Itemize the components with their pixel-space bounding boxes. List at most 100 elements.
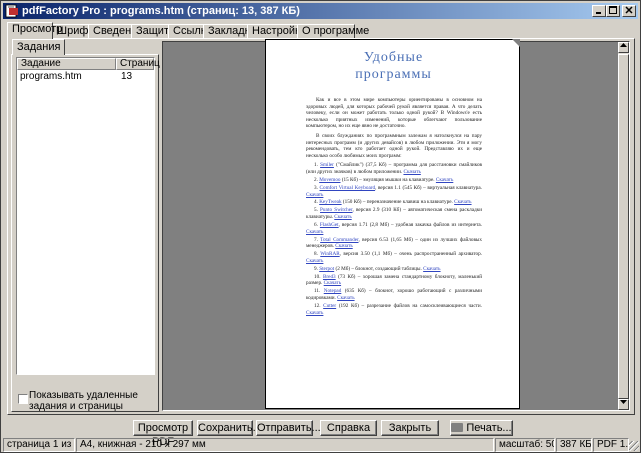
tab-preview[interactable]: Просмотр xyxy=(7,22,62,40)
scroll-up-button[interactable] xyxy=(618,42,629,53)
send-button[interactable]: Отправить... xyxy=(256,420,321,436)
item-text: (15 Кб) – эмуляция мышки на клавиатуре. xyxy=(340,176,436,183)
minimize-button[interactable] xyxy=(592,5,606,17)
download-link[interactable]: Скачать xyxy=(454,199,471,205)
program-link[interactable]: Sterpot xyxy=(319,266,334,272)
program-link[interactable]: Notepad xyxy=(324,288,342,294)
window-title: pdfFactory Pro : programs.htm (страниц: … xyxy=(22,5,300,17)
title-bar: pdfFactory Pro : programs.htm (страниц: … xyxy=(3,3,638,19)
list-item: 12. Cutter (192 Кб) – разрезание файлов … xyxy=(306,303,482,316)
maximize-icon xyxy=(609,6,617,14)
program-link[interactable]: Smiler xyxy=(320,162,334,168)
item-number: 11. xyxy=(314,288,321,295)
list-item: 4. KeyTweak (150 Кб) – переназначение кл… xyxy=(306,199,482,206)
download-link[interactable]: Скачать xyxy=(337,295,354,301)
status-page: страница 1 из 13 xyxy=(3,438,75,452)
document-body: Как и все в этом мире компьютеры ориенти… xyxy=(306,97,482,318)
program-link[interactable]: Cutter xyxy=(323,303,336,309)
list-item: 8. WinRAR, версия 3.50 (1,1 Мб) – очень … xyxy=(306,251,482,264)
download-link[interactable]: Скачать xyxy=(423,266,440,272)
tab-security[interactable]: Защита xyxy=(131,24,175,39)
tab-about[interactable]: О программе xyxy=(297,24,369,39)
status-scale: масштаб: 50% xyxy=(495,438,555,452)
status-size: 387 КБ xyxy=(556,438,592,452)
show-deleted-label: Показывать удаленные задания и страницы xyxy=(29,390,138,412)
download-link[interactable]: Скачать xyxy=(403,169,420,175)
page-fold xyxy=(512,39,520,47)
download-link[interactable]: Скачать xyxy=(306,310,323,316)
document-paragraph: Как и все в этом мире компьютеры ориенти… xyxy=(306,97,482,130)
pdffactory-icon xyxy=(5,4,18,18)
close-window-button[interactable] xyxy=(622,5,636,17)
show-deleted-checkbox[interactable] xyxy=(18,394,28,404)
item-text: (2 Мб) – блокнот, создающий таблицы. xyxy=(334,265,424,272)
column-header-job[interactable]: Задание xyxy=(17,58,116,70)
scroll-thumb[interactable] xyxy=(618,54,629,399)
document-title-line1: Удобные xyxy=(363,50,424,65)
document-title-line2: программы xyxy=(355,67,432,82)
program-link[interactable]: Comfort Virtual Keyboard xyxy=(320,185,376,191)
close-button[interactable]: Закрыть xyxy=(381,420,439,436)
status-format: A4, книжная - 210 x 297 мм xyxy=(76,438,494,452)
program-link[interactable]: KeyTweak xyxy=(319,199,341,205)
program-link[interactable]: WinRAR xyxy=(320,251,339,257)
item-number: 9. xyxy=(314,265,318,272)
item-number: 1. xyxy=(314,162,318,169)
program-link[interactable]: Movemoo xyxy=(319,177,340,183)
download-link[interactable]: Скачать xyxy=(335,243,352,249)
download-link[interactable]: Скачать xyxy=(334,214,351,220)
column-header-label: Страниц xyxy=(120,58,160,69)
jobs-list[interactable]: Задание Страниц programs.htm 13 xyxy=(16,57,160,375)
item-number: 5. xyxy=(314,207,318,214)
item-number: 8. xyxy=(314,251,318,258)
download-link[interactable]: Скачать xyxy=(306,258,323,264)
item-text: (150 Кб) – переназначение клавиш на клав… xyxy=(341,199,455,206)
button-label: Справка xyxy=(326,422,371,434)
download-link[interactable]: Скачать xyxy=(324,280,341,286)
tab-bookmarks[interactable]: Закладки xyxy=(203,24,256,39)
program-link[interactable]: FlashGet xyxy=(320,222,339,228)
tab-info[interactable]: Сведения xyxy=(88,24,143,39)
download-link[interactable]: Скачать xyxy=(436,177,453,183)
button-label: Сохранить... xyxy=(198,422,262,434)
document-paragraph: В своих блужданиях по программным залежа… xyxy=(306,132,482,159)
scroll-down-button[interactable] xyxy=(618,399,629,410)
list-item: 10. Bred3 (73 Кб) – хорошая замена станд… xyxy=(306,274,482,287)
list-item[interactable]: programs.htm 13 xyxy=(20,71,150,83)
save-button[interactable]: Сохранить... xyxy=(197,420,262,436)
program-link[interactable]: Punto Switcher xyxy=(320,207,353,213)
item-text: (192 Кб) – разрезание файлов на самоскле… xyxy=(336,302,482,309)
arrow-down-icon xyxy=(620,400,627,404)
list-item: 11. Notepad (635 Кб) – блокнот, хорошо р… xyxy=(306,288,482,301)
arrow-up-icon xyxy=(620,43,627,47)
item-number: 3. xyxy=(314,184,318,191)
program-link[interactable]: Total Commander xyxy=(320,237,358,243)
document-page: Удобные программы Как и все в этом мире … xyxy=(265,39,520,409)
column-header-label: Задание xyxy=(21,58,61,69)
button-label: Закрыть xyxy=(388,422,432,434)
job-page-count: 13 xyxy=(121,71,133,82)
close-icon xyxy=(625,6,633,14)
download-link[interactable]: Скачать xyxy=(306,229,323,235)
preview-pdf-button[interactable]: Просмотр PDF xyxy=(133,420,193,448)
list-item: 9. Sterpot (2 Мб) – блокнот, создающий т… xyxy=(306,266,482,273)
preview-scrollbar[interactable] xyxy=(618,42,629,410)
download-link[interactable]: Скачать xyxy=(306,192,323,198)
tab-jobs[interactable]: Задания xyxy=(12,39,66,55)
tab-links[interactable]: Ссылки xyxy=(168,24,212,39)
resize-grip-icon[interactable] xyxy=(629,441,639,451)
tab-label: Просмотр xyxy=(12,23,63,35)
help-button[interactable]: Справка xyxy=(320,420,377,436)
print-button[interactable]: Печать... xyxy=(450,420,513,436)
button-label: Отправить... xyxy=(257,422,321,434)
item-number: 4. xyxy=(314,199,318,206)
tab-settings[interactable]: Настройки xyxy=(247,24,306,39)
program-link[interactable]: Bred3 xyxy=(323,274,336,280)
column-header-pages[interactable]: Страниц xyxy=(116,58,160,70)
item-text: , версия 3.50 (1,1 Мб) – очень распростр… xyxy=(339,251,482,258)
maximize-button[interactable] xyxy=(606,5,620,17)
item-number: 7. xyxy=(314,236,318,243)
list-item: 3. Comfort Virtual Keyboard, версия 1.1 … xyxy=(306,185,482,198)
tab-label: О программе xyxy=(302,25,370,37)
item-number: 6. xyxy=(314,222,318,229)
